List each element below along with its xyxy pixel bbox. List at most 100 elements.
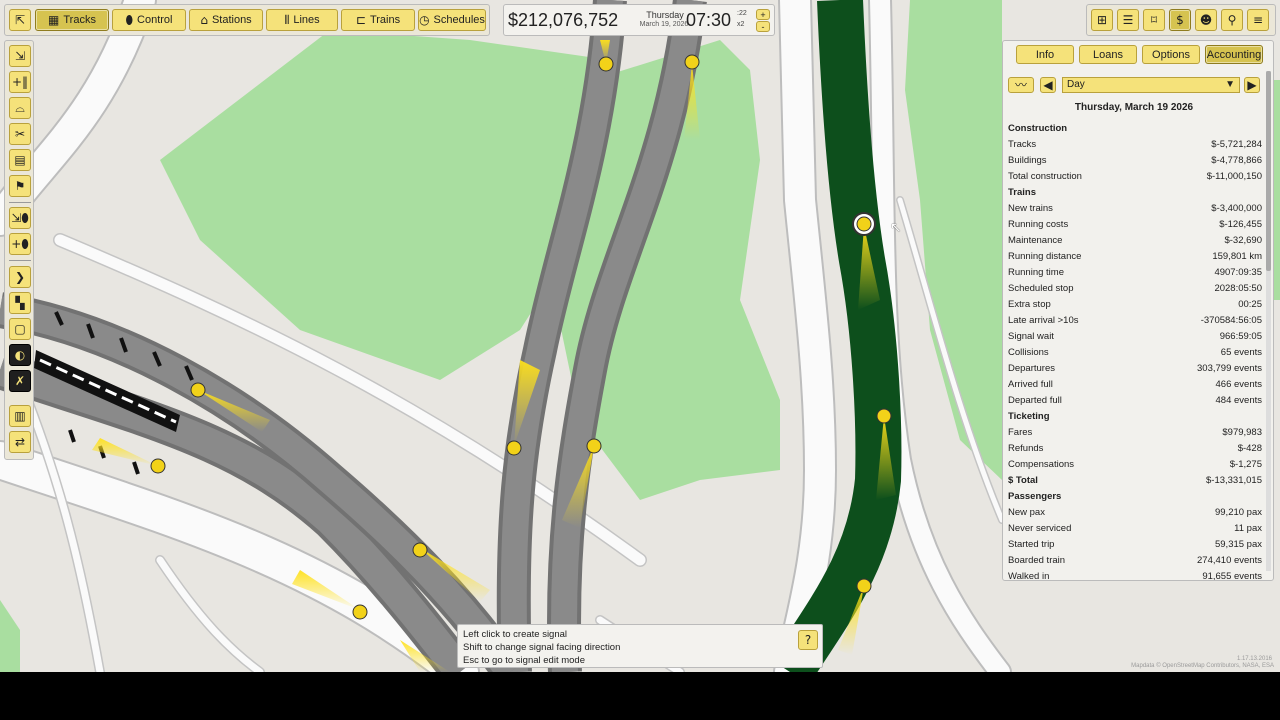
add-track-tool[interactable]: +‖ [9,71,31,93]
panel-scrollbar-thumb[interactable] [1266,71,1271,271]
left-toolbar: ⇲ +‖ ⌓ ✂ ▤ ⚑ ⇲⬮ +⬮ ❯ ▚ ▢ ◐ ✗ ▥ ⇄ [4,40,34,460]
checker-tool[interactable]: ▚ [9,292,31,314]
park-area [905,0,1002,480]
accounting-row-value: 99,210 pax [1214,507,1262,518]
select-track-tool[interactable]: ⇲ [9,45,31,67]
flag-icon: ⚑ [14,179,26,193]
tag-button[interactable]: ⌑ [1143,9,1165,31]
tab-lines[interactable]: ⫴ Lines [266,9,338,31]
search-button[interactable]: ⚲ [1221,9,1243,31]
help-button[interactable]: ? [798,630,818,650]
map-view-button[interactable]: ⊞ [1091,9,1113,31]
accounting-row-label: Collisions [1008,347,1049,358]
help-icon: ? [804,633,812,647]
accounting-row-value: 11 pax [1234,523,1262,534]
accounting-row: Late arrival >10s -370584:56:05 [1008,313,1262,329]
add-signal-tool[interactable]: +⬮ [9,233,31,255]
accounting-row-label: Scheduled stop [1008,283,1074,294]
chevron-right-icon: ❯ [14,270,26,284]
menu-button[interactable]: ≡ [1247,9,1269,31]
chart-toggle-button[interactable]: 〰 [1008,77,1034,93]
cut-track-tool[interactable]: ✂ [9,123,31,145]
hint-line-2: Shift to change signal facing direction [463,642,621,653]
accounting-row-label: Extra stop [1008,299,1051,310]
tab-stations[interactable]: ⌂ Stations [189,9,263,31]
accounting-row-label: Trains [1008,187,1036,198]
signal-list-tool[interactable]: ▥ [9,405,31,427]
tag-icon: ⌑ [1150,13,1158,27]
block-tool[interactable]: ▢ [9,318,31,340]
no-entry-tool[interactable]: ✗ [9,370,31,392]
tab-tracks[interactable]: ▦ Tracks [35,9,109,31]
accounting-row-label: Total construction [1008,171,1082,182]
accounting-row: Construction [1008,121,1262,137]
accounting-row-value: 59,315 pax [1214,539,1262,550]
signal-type-tool[interactable]: ◐ [9,344,31,366]
accounting-row-label: Passengers [1008,491,1062,502]
signal-select-tool[interactable]: ⇲⬮ [9,207,31,229]
add-track-icon: +‖ [11,75,29,89]
accounting-row-value: -370584:56:05 [1200,315,1262,326]
period-select[interactable]: Day ▼ [1062,77,1240,93]
tab-tracks-label: Tracks [63,14,96,26]
tunnel-icon: ⌓ [15,101,25,115]
people-icon: ☻ [1199,13,1213,27]
lines-icon: ⫴ [284,13,290,27]
clock-seconds: :22 [737,10,747,17]
status-panel: $212,076,752 Thursday March 19, 2026 07:… [503,4,775,36]
swap-direction-tool[interactable]: ⇄ [9,431,31,453]
mouse-cursor-icon: ↖ [890,219,902,235]
passengers-button[interactable]: ☻ [1195,9,1217,31]
bridge-tool[interactable]: ▤ [9,149,31,171]
accounting-row-label: New pax [1008,507,1045,518]
tab-accounting[interactable]: Accounting [1205,45,1263,64]
next-period-button[interactable]: ▶ [1244,77,1260,93]
accounting-row-value: 2028:05:50 [1214,283,1262,294]
accounting-row-value: 966:59:05 [1219,331,1262,342]
tab-options[interactable]: Options [1142,45,1200,64]
tab-trains[interactable]: ⊏ Trains [341,9,415,31]
accounting-row-label: $ Total [1008,475,1038,486]
speed-down-button[interactable]: - [756,21,770,32]
accounting-row: Ticketing [1008,409,1262,425]
accounting-row-label: Fares [1008,427,1033,438]
accounting-row-value: 00:25 [1238,299,1262,310]
toolbar-divider [9,202,31,203]
game-speed: x2 [737,21,745,28]
tab-schedules[interactable]: ◷ Schedules [418,9,486,31]
signal-icon: ⬮ [125,13,134,27]
chevron-down-icon: ▼ [1225,79,1235,90]
accounting-row: Walked in 91,655 events [1008,569,1262,580]
flag-tool[interactable]: ⚑ [9,175,31,197]
tunnel-tool[interactable]: ⌓ [9,97,31,119]
tab-loans[interactable]: Loans [1079,45,1137,64]
layers-button[interactable]: ☰ [1117,9,1139,31]
signal-list-icon: ▥ [14,409,26,423]
accounting-row: Tracks $-5,721,284 [1008,137,1262,153]
tab-control[interactable]: ⬮ Control [112,9,186,31]
accounting-row: Buildings $-4,778,866 [1008,153,1262,169]
accounting-row-label: Departures [1008,363,1055,374]
period-select-value: Day [1067,79,1085,90]
line-chart-icon: 〰 [1014,78,1027,92]
map-attribution: Mapdata © OpenStreetMap Contributors, NA… [1131,663,1274,669]
accounting-row-value: $979,983 [1222,427,1262,438]
previous-period-button[interactable]: ◀ [1040,77,1056,93]
accounting-row-value: 484 events [1215,395,1262,406]
pointer-tool-button[interactable]: ⇱ [9,9,31,31]
accounting-row-value: 303,799 events [1197,363,1262,374]
accounting-row: New pax 99,210 pax [1008,505,1262,521]
accounting-row: Trains [1008,185,1262,201]
accounting-row: Never serviced 11 pax [1008,521,1262,537]
direction-tool[interactable]: ❯ [9,266,31,288]
search-icon: ⚲ [1227,13,1237,27]
finances-button[interactable]: $ [1169,9,1191,31]
menu-icon: ≡ [1252,13,1264,27]
speed-up-button[interactable]: + [756,9,770,20]
accounting-row-label: Refunds [1008,443,1044,454]
arrow-left-icon: ◀ [1043,78,1053,92]
version-label: 1.17.13.2016 [1236,656,1272,662]
tab-info[interactable]: Info [1016,45,1074,64]
accounting-row: New trains $-3,400,000 [1008,201,1262,217]
accounting-row-value: 274,410 events [1197,555,1262,566]
